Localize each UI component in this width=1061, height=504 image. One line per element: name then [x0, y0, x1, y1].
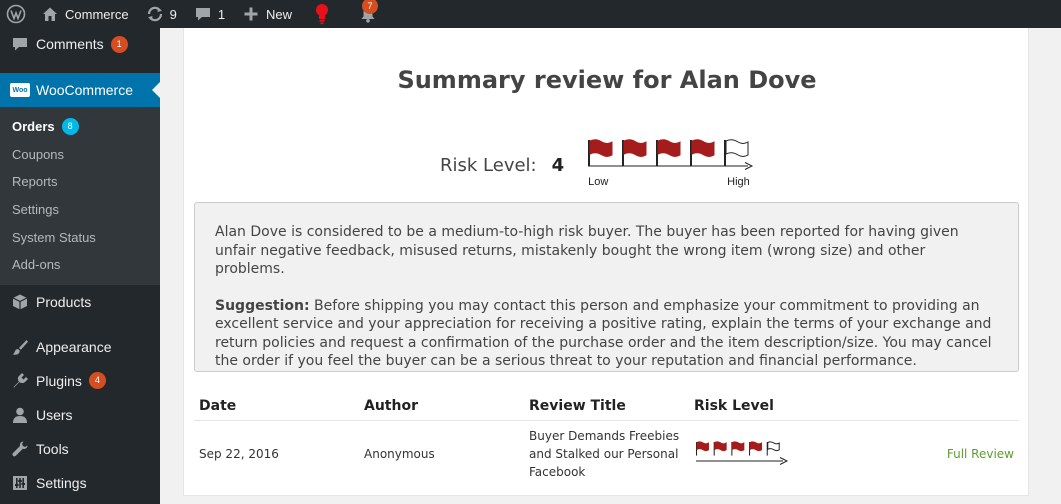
submenu-item-label: Reports	[12, 174, 58, 190]
sidebar-item-label: Appearance	[36, 338, 112, 355]
sidebar-item-woocommerce[interactable]: Woo WooCommerce	[0, 73, 160, 107]
wordpress-logo-button[interactable]	[0, 0, 32, 28]
risk-meter: Low High	[586, 138, 758, 192]
submenu-item-label: Settings	[12, 202, 59, 218]
review-risk-level	[689, 440, 854, 468]
table-row: Sep 22, 2016 Anonymous Buyer Demands Fre…	[194, 421, 1019, 487]
lightbulb-alert-icon	[312, 4, 332, 25]
review-author: Anonymous	[364, 447, 435, 461]
submenu-item-add-ons[interactable]: Add-ons	[0, 251, 160, 279]
risk-description: Alan Dove is considered to be a medium-t…	[194, 202, 1019, 372]
comments-count: 1	[217, 6, 226, 22]
updates-count: 9	[169, 6, 177, 22]
plus-icon	[241, 4, 261, 24]
woocommerce-icon: Woo	[10, 80, 30, 100]
risk-level-value: 4	[551, 155, 565, 176]
sidebar-item-label: Tools	[36, 440, 69, 457]
table-header: Date Author Review Title Risk Level	[194, 392, 1019, 421]
paintbrush-icon	[10, 337, 30, 357]
reviews-table: Date Author Review Title Risk Level Sep …	[194, 392, 1019, 487]
sidebar-item-label: Comments	[36, 36, 104, 52]
column-header-date: Date	[199, 398, 237, 414]
filled-flag-icon	[696, 440, 709, 456]
user-icon	[10, 405, 30, 425]
plugin-icon	[10, 371, 30, 391]
sidebar-item-label: Settings	[36, 474, 87, 491]
page-title: Summary review for Alan Dove	[397, 66, 817, 94]
filled-flag-icon	[588, 139, 613, 166]
filled-flag-icon	[622, 139, 647, 166]
updates-button[interactable]: 9	[137, 0, 185, 28]
description-text: Alan Dove is considered to be a medium-t…	[215, 224, 959, 277]
submenu-item-label: Orders	[12, 119, 55, 135]
sidebar-item-label: Products	[36, 293, 92, 310]
full-review-link[interactable]: Full Review	[947, 447, 1014, 461]
meter-axis-arrow	[588, 162, 754, 170]
alert-button[interactable]	[300, 0, 340, 28]
submenu-item-orders[interactable]: Orders 8	[0, 113, 160, 141]
submenu-item-system-status[interactable]: System Status	[0, 223, 160, 251]
new-content-button[interactable]: New	[233, 0, 300, 28]
filled-flag-icon	[749, 440, 763, 456]
home-icon	[40, 4, 60, 24]
review-title: Buyer Demands Freebies and Stalked our P…	[529, 429, 680, 479]
suggestion-text: Suggestion: Before shipping you may cont…	[215, 297, 998, 371]
meter-high-label: High	[727, 176, 750, 188]
box-icon	[10, 292, 30, 312]
woocommerce-submenu: Orders 8 Coupons Reports Settings System…	[0, 107, 160, 285]
empty-flag-icon	[766, 440, 780, 456]
risk-level-label: Risk Level:	[440, 155, 537, 176]
submenu-item-label: Coupons	[12, 146, 65, 162]
admin-sidebar: Comments 1 Woo WooCommerce Orders 8 Coup…	[0, 28, 160, 504]
sidebar-item-label: Plugins	[36, 372, 82, 389]
submenu-item-label: Add-ons	[12, 257, 61, 273]
sidebar-item-products[interactable]: Products	[0, 285, 160, 319]
comments-button[interactable]: 1	[185, 0, 233, 28]
comment-icon	[193, 4, 213, 24]
empty-flag-icon	[724, 139, 749, 166]
risk-meter-flags	[588, 139, 754, 170]
sidebar-item-label: WooCommerce	[36, 82, 133, 98]
sidebar-item-appearance[interactable]: Appearance	[0, 330, 160, 364]
submenu-item-coupons[interactable]: Coupons	[0, 141, 160, 169]
notifications-button[interactable]: 7	[340, 0, 386, 28]
meter-low-label: Low	[588, 176, 609, 188]
sidebar-item-settings[interactable]: Settings	[0, 466, 160, 500]
filled-flag-icon	[690, 139, 715, 166]
comments-badge: 1	[110, 35, 128, 53]
column-header-review-title: Review Title	[529, 398, 626, 414]
new-label: New	[266, 6, 293, 22]
risk-level-summary: Risk Level: 4 Low High	[440, 138, 758, 192]
refresh-icon	[145, 4, 165, 24]
sidebar-item-comments[interactable]: Comments 1	[0, 28, 160, 60]
wordpress-icon	[6, 4, 26, 24]
meter-axis-arrow	[696, 456, 789, 465]
sidebar-item-label: Users	[36, 406, 73, 423]
woocommerce-logo: Woo	[10, 83, 30, 97]
column-header-risk-level: Risk Level	[694, 398, 774, 414]
filled-flag-icon	[731, 440, 745, 456]
review-date: Sep 22, 2016	[199, 447, 279, 461]
filled-flag-icon	[656, 139, 681, 166]
submenu-item-settings[interactable]: Settings	[0, 196, 160, 224]
submenu-item-reports[interactable]: Reports	[0, 168, 160, 196]
summary-panel: Summary review for Alan Dove Risk Level:…	[183, 28, 1029, 496]
site-name: Commerce	[65, 6, 129, 22]
site-name-button[interactable]: Commerce	[32, 0, 137, 28]
column-header-author: Author	[364, 398, 418, 414]
sliders-icon	[10, 473, 30, 493]
sidebar-item-plugins[interactable]: Plugins 4	[0, 364, 160, 398]
orders-badge: 8	[61, 118, 79, 136]
sidebar-item-users[interactable]: Users	[0, 398, 160, 432]
plugins-badge: 4	[88, 372, 106, 390]
admin-bar: Commerce 9 1 New 7	[0, 0, 1061, 28]
submenu-item-label: System Status	[12, 229, 96, 245]
review-risk-flags	[696, 440, 789, 465]
sidebar-item-tools[interactable]: Tools	[0, 432, 160, 466]
comment-icon	[10, 34, 30, 54]
wrench-icon	[10, 439, 30, 459]
suggestion-body: Before shipping you may contact this per…	[215, 297, 992, 370]
filled-flag-icon	[713, 440, 727, 456]
suggestion-label: Suggestion:	[215, 297, 310, 314]
